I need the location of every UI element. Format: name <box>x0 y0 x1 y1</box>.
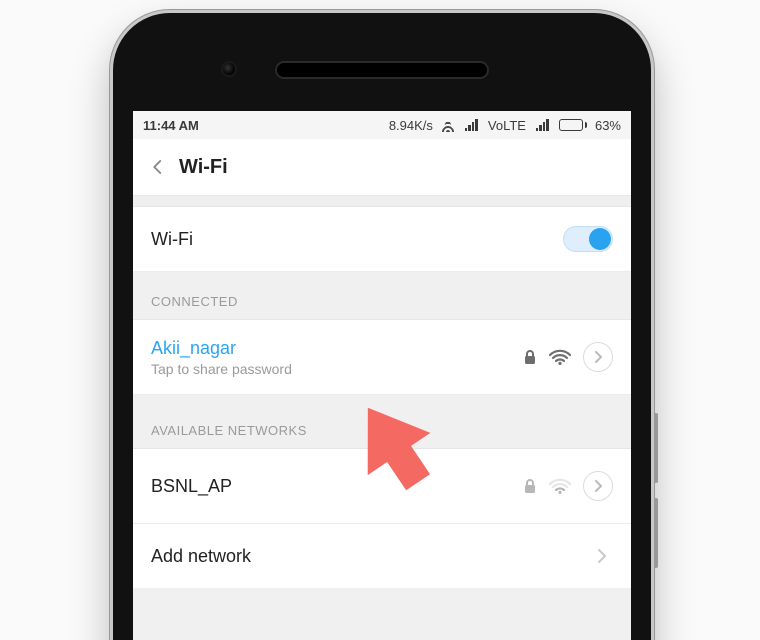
back-button[interactable] <box>141 150 175 184</box>
chevron-right-icon <box>593 351 603 363</box>
wifi-toggle-row[interactable]: Wi-Fi <box>133 207 631 272</box>
section-header-connected: CONNECTED <box>133 272 631 320</box>
chevron-left-icon <box>149 158 167 176</box>
connected-icons <box>523 342 613 372</box>
wifi-icon <box>441 118 455 132</box>
wifi-toggle-switch[interactable] <box>563 226 613 252</box>
network-details-button[interactable] <box>583 471 613 501</box>
add-network-label: Add network <box>151 546 589 567</box>
status-battery-percent: 63% <box>595 118 621 133</box>
network-details-button[interactable] <box>583 342 613 372</box>
section-header-available: AVAILABLE NETWORKS <box>133 395 631 449</box>
add-network-row[interactable]: Add network <box>133 524 631 588</box>
chevron-right-icon <box>589 544 613 568</box>
status-data-rate: 8.94K/s <box>389 118 433 133</box>
lock-icon <box>523 349 537 365</box>
front-camera <box>223 63 235 75</box>
title-bar: Wi-Fi <box>133 139 631 196</box>
screen: 11:44 AM 8.94K/s VoLTE 63% W <box>133 111 631 640</box>
page-title: Wi-Fi <box>179 156 228 179</box>
connected-subtitle: Tap to share password <box>151 361 523 377</box>
earpiece <box>275 61 489 79</box>
available-ssid: BSNL_AP <box>151 476 523 497</box>
connected-ssid: Akii_nagar <box>151 338 523 359</box>
status-bar: 11:44 AM 8.94K/s VoLTE 63% <box>133 111 631 139</box>
signal-bars-icon <box>463 119 480 131</box>
available-icons <box>523 471 613 501</box>
toggle-knob <box>589 228 611 250</box>
lock-icon <box>523 478 537 494</box>
status-time: 11:44 AM <box>143 118 199 133</box>
phone-frame: 11:44 AM 8.94K/s VoLTE 63% W <box>110 10 654 640</box>
wifi-weak-icon <box>549 477 571 495</box>
battery-icon <box>559 119 587 131</box>
wifi-toggle-label: Wi-Fi <box>151 229 563 250</box>
chevron-right-icon <box>593 480 603 492</box>
connected-network-row[interactable]: Akii_nagar Tap to share password <box>133 320 631 395</box>
signal-bars-icon <box>534 119 551 131</box>
available-network-row[interactable]: BSNL_AP <box>133 449 631 524</box>
status-volte: VoLTE <box>488 118 526 133</box>
wifi-icon <box>549 348 571 366</box>
